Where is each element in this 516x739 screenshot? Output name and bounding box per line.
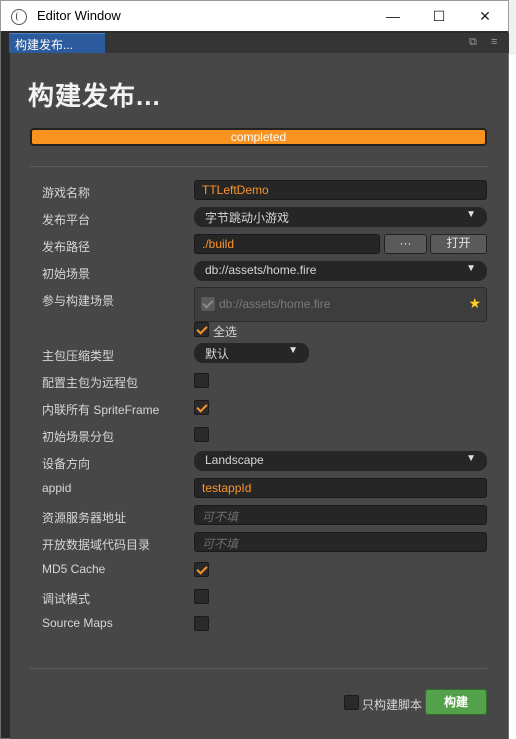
appid-input[interactable]: testappId xyxy=(194,478,487,498)
source-maps-label: Source Maps xyxy=(42,616,113,630)
platform-value: 字节跳动小游戏 xyxy=(205,211,290,225)
minimize-button[interactable]: — xyxy=(370,1,416,31)
menu-icon[interactable]: ≡ xyxy=(491,36,497,48)
scene-path: db://assets/home.fire xyxy=(219,297,331,311)
remote-server-input[interactable]: 可不填 xyxy=(194,505,487,525)
debug-mode-checkbox[interactable] xyxy=(194,589,209,604)
md5-cache-label: MD5 Cache xyxy=(42,562,106,576)
build-panel xyxy=(10,53,508,739)
window-titlebar: Editor Window — ☐ ✕ xyxy=(0,0,509,31)
window-title: Editor Window xyxy=(37,8,121,23)
open-folder-button[interactable]: 打开 xyxy=(430,234,487,254)
orientation-value: Landscape xyxy=(205,453,264,467)
select-all-label: 全选 xyxy=(213,325,238,339)
script-only-checkbox[interactable] xyxy=(344,695,359,710)
build-path-input[interactable]: ./build xyxy=(194,234,380,254)
build-path-label: 发布路径 xyxy=(42,240,91,254)
inline-spriteframe-label: 内联所有 SpriteFrame xyxy=(42,403,160,417)
orientation-label: 设备方向 xyxy=(42,457,91,471)
tab-build[interactable]: 构建发布... xyxy=(9,33,105,53)
caret-down-icon: ▼ xyxy=(466,453,476,464)
start-scene-value: db://assets/home.fire xyxy=(205,263,317,277)
select-all-checkbox[interactable] xyxy=(194,322,209,337)
inline-spriteframe-checkbox[interactable] xyxy=(194,400,209,415)
divider-top xyxy=(30,166,487,167)
start-scene-subpackage-label: 初始场景分包 xyxy=(42,430,115,444)
platform-label: 发布平台 xyxy=(42,213,91,227)
remote-main-label: 配置主包为远程包 xyxy=(42,376,139,390)
platform-select[interactable]: 字节跳动小游戏 ▼ xyxy=(194,207,487,227)
compression-label: 主包压缩类型 xyxy=(42,349,115,363)
build-progress-bar: completed xyxy=(30,128,487,146)
appid-label: appid xyxy=(42,481,72,495)
popout-icon[interactable]: ⧉ xyxy=(469,36,477,49)
remote-server-label: 资源服务器地址 xyxy=(42,511,127,525)
start-scene-label: 初始场景 xyxy=(42,267,91,281)
md5-cache-checkbox[interactable] xyxy=(194,562,209,577)
caret-down-icon: ▼ xyxy=(288,345,298,356)
game-name-input[interactable]: TTLeftDemo xyxy=(194,180,487,200)
caret-down-icon: ▼ xyxy=(466,263,476,274)
included-scenes-label: 参与构建场景 xyxy=(42,294,115,308)
page-title: 构建发布... xyxy=(28,81,161,111)
browse-button[interactable]: ··· xyxy=(384,234,427,254)
source-maps-checkbox[interactable] xyxy=(194,616,209,631)
build-button[interactable]: 构建 xyxy=(425,689,487,715)
remote-main-checkbox[interactable] xyxy=(194,373,209,388)
start-scene-select[interactable]: db://assets/home.fire ▼ xyxy=(194,261,487,281)
close-button[interactable]: ✕ xyxy=(462,1,508,31)
orientation-select[interactable]: Landscape ▼ xyxy=(194,451,487,471)
scene-checkbox[interactable] xyxy=(201,297,215,311)
open-data-input[interactable]: 可不填 xyxy=(194,532,487,552)
open-data-label: 开放数据域代码目录 xyxy=(42,538,151,552)
divider-bottom xyxy=(30,668,487,669)
caret-down-icon: ▼ xyxy=(466,209,476,220)
maximize-button[interactable]: ☐ xyxy=(416,1,462,31)
star-icon: ★ xyxy=(468,295,481,311)
progress-text: completed xyxy=(230,130,287,144)
start-scene-subpackage-checkbox[interactable] xyxy=(194,427,209,442)
compression-select[interactable]: 默认 ▼ xyxy=(194,343,309,363)
included-scenes-list: db://assets/home.fire ★ xyxy=(194,287,487,322)
debug-mode-label: 调试模式 xyxy=(42,592,91,606)
compression-value: 默认 xyxy=(205,347,230,361)
game-name-label: 游戏名称 xyxy=(42,186,91,200)
panel-tab-bar: 构建发布... ⧉ ≡ xyxy=(9,33,509,53)
script-only-label: 只构建脚本 xyxy=(362,698,423,712)
app-logo-icon xyxy=(11,9,27,25)
